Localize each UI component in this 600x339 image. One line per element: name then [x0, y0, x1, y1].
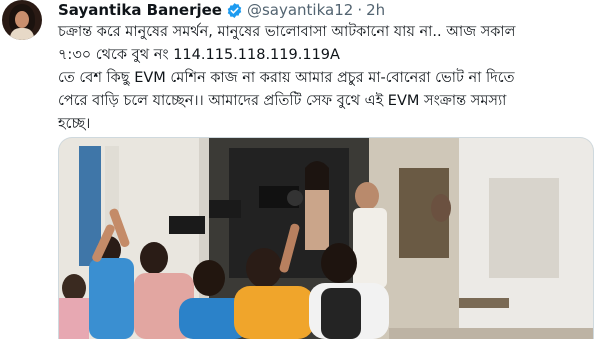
author-handle[interactable]: @sayantika12: [247, 1, 353, 19]
header-separator: ·: [357, 1, 363, 19]
tweet-timestamp[interactable]: 2h: [366, 1, 385, 19]
tweet-line: ৭:৩০ থেকে বুথ নং 114.115.118.119.119A: [58, 47, 340, 63]
avatar[interactable]: [2, 0, 42, 40]
tweet-text: চক্রান্ত করে মানুষের সমর্থন, মানুষের ভাল…: [58, 21, 592, 136]
tweet-line: তে বেশ কিছু EVM মেশিন কাজ না করায় আমার …: [58, 70, 515, 86]
avatar-face: [15, 11, 29, 28]
tweet-line: পেরে বাড়ি চলে যাচ্ছেন।। আমাদের প্রতিটি …: [58, 93, 507, 109]
press-crowd-photo: [59, 138, 593, 339]
tweet-media-photo[interactable]: [58, 137, 594, 339]
tweet-line: হচ্ছে।: [58, 116, 91, 132]
author-name[interactable]: Sayantika Banerjee: [58, 1, 222, 19]
verified-badge-icon: [226, 2, 243, 19]
avatar-body: [10, 28, 34, 40]
tweet-line: চক্রান্ত করে মানুষের সমর্থন, মানুষের ভাল…: [58, 24, 516, 40]
tweet-header: Sayantika Banerjee @sayantika12 · 2h: [58, 0, 385, 20]
